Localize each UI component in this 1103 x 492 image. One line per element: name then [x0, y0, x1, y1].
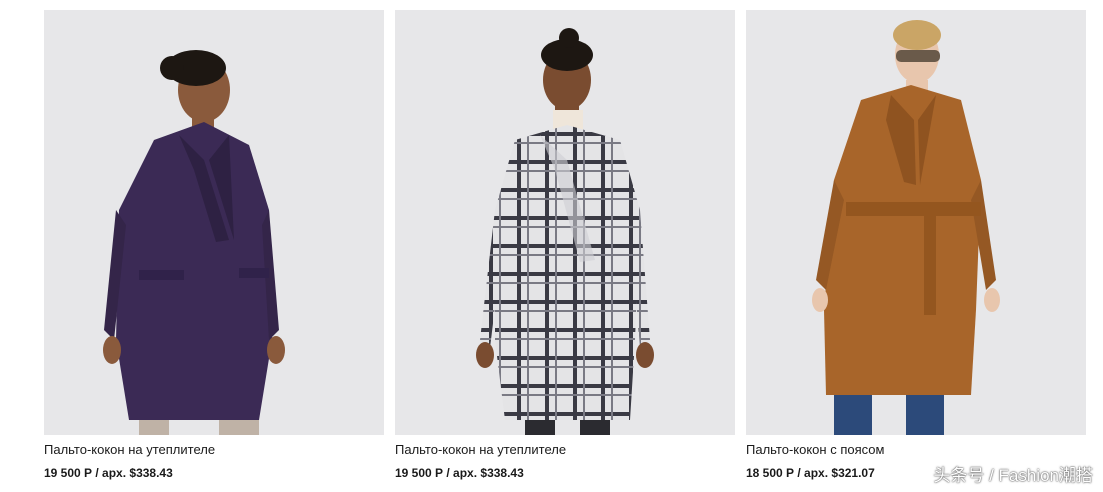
product-price: 19 500 Р / apx. $338.43	[44, 466, 173, 480]
product-price: 19 500 Р / apx. $338.43	[395, 466, 524, 480]
product-photo[interactable]	[395, 10, 735, 435]
product-card[interactable]: Пальто-кокон на утеплителе 19 500 Р / ap…	[44, 10, 384, 481]
product-title[interactable]: Пальто-кокон на утеплителе	[44, 442, 384, 458]
watermark-text: 头条号 / Fashion潮搭	[933, 466, 1093, 485]
purple-coat-illustration	[44, 10, 384, 435]
product-title[interactable]: Пальто-кокон с поясом	[746, 442, 1086, 458]
camel-coat-illustration	[746, 10, 1086, 435]
product-grid: Пальто-кокон на утеплителе 19 500 Р / ap…	[0, 0, 1103, 492]
product-card[interactable]: Пальто-кокон с поясом 18 500 Р / apx. $3…	[746, 10, 1086, 481]
product-photo[interactable]	[746, 10, 1086, 435]
product-photo[interactable]	[44, 10, 384, 435]
product-title[interactable]: Пальто-кокон на утеплителе	[395, 442, 735, 458]
product-card[interactable]: Пальто-кокон на утеплителе 19 500 Р / ap…	[395, 10, 735, 481]
plaid-coat-illustration	[395, 10, 735, 435]
